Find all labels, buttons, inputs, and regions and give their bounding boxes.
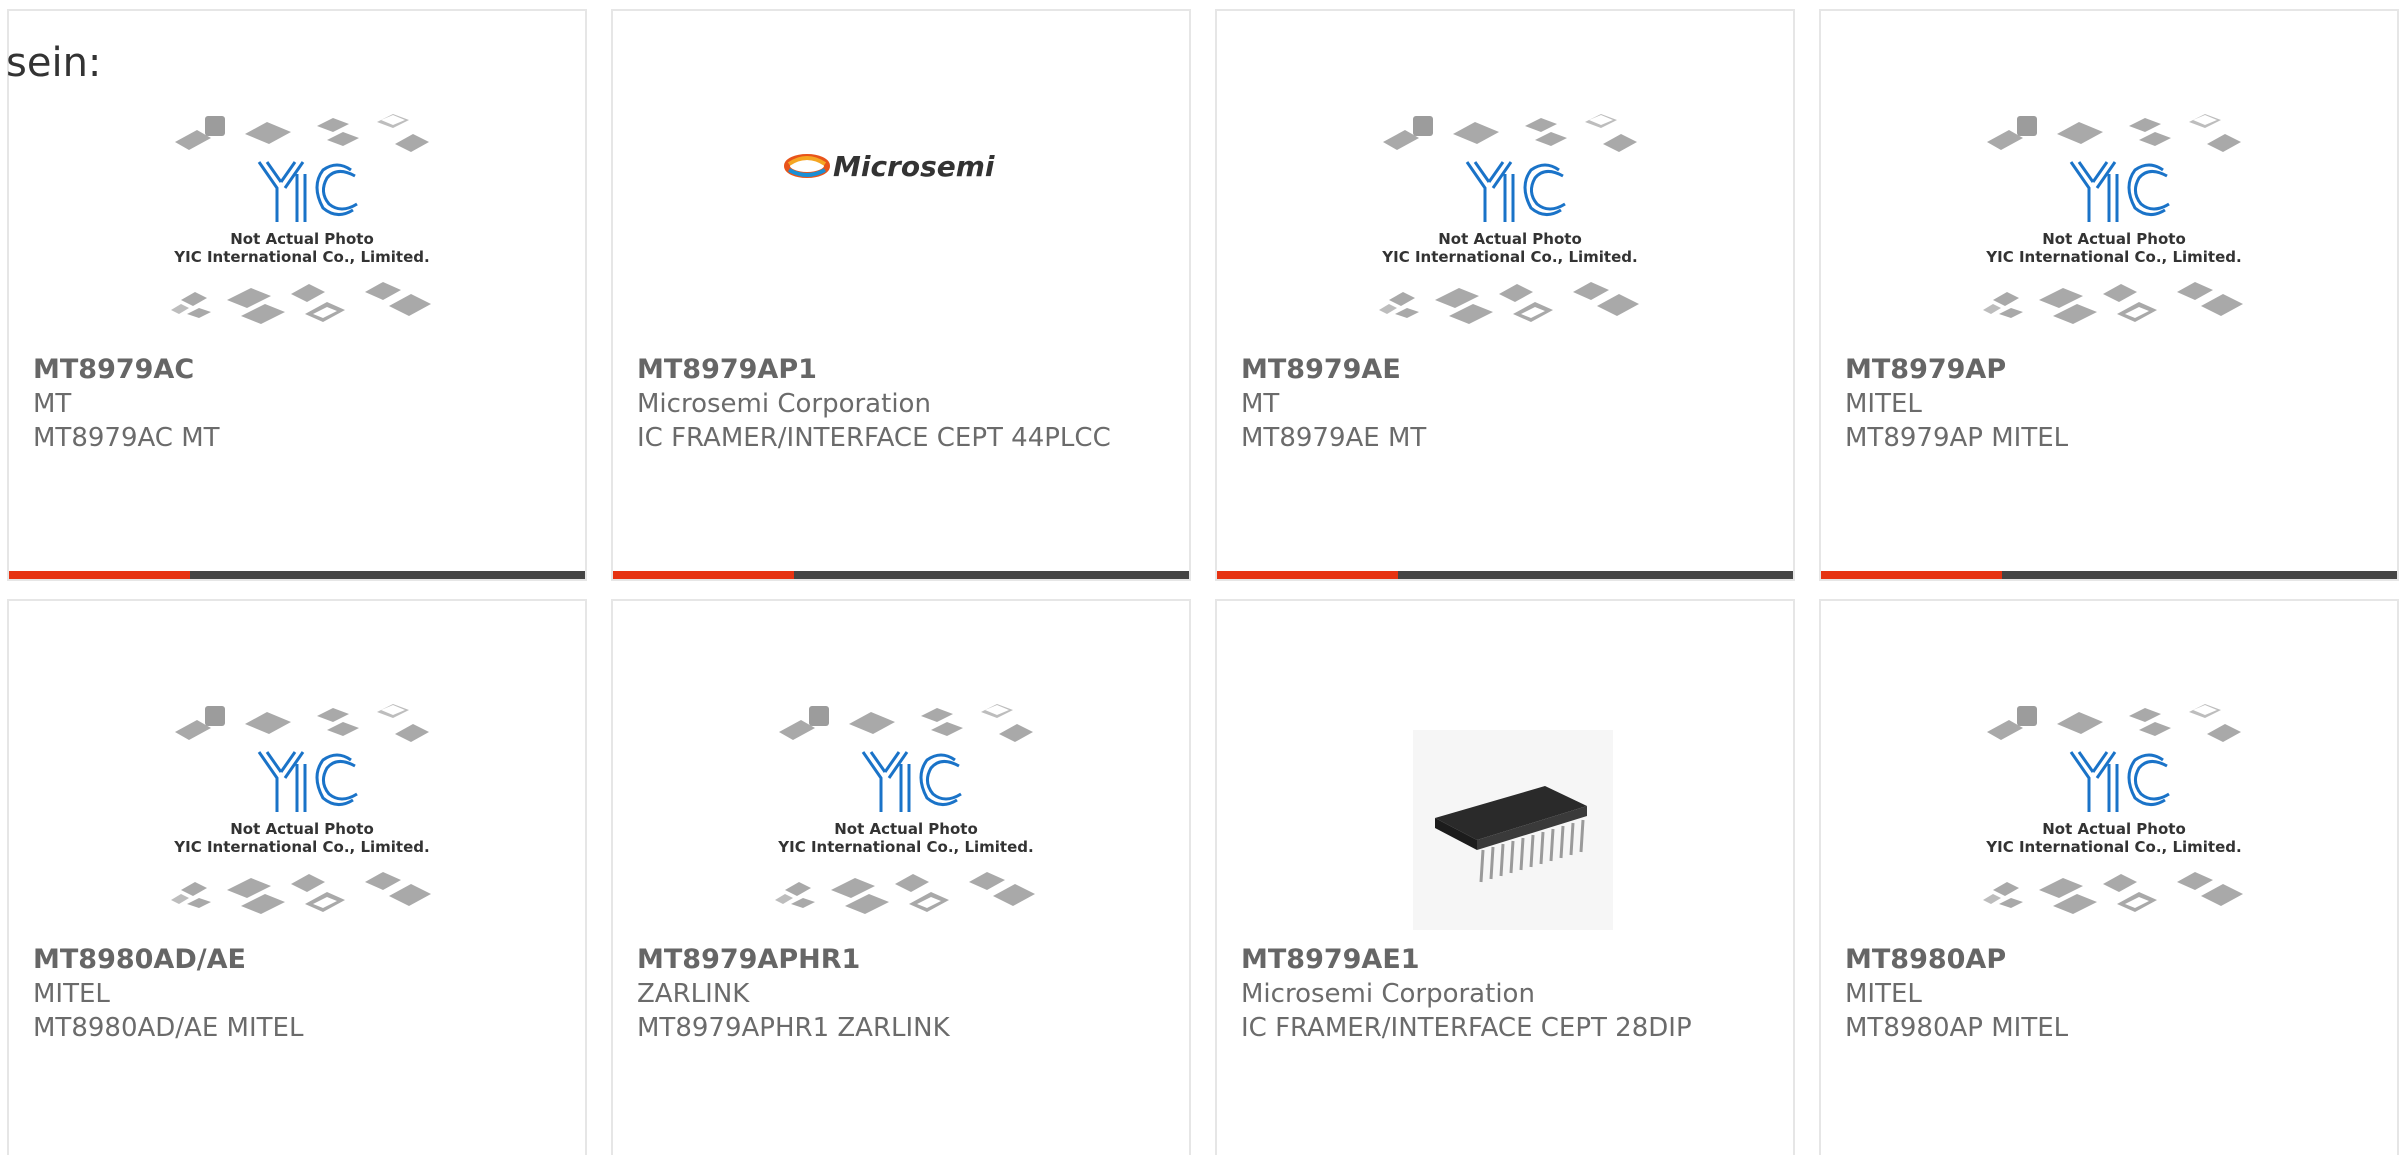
placeholder-caption-line1: Not Actual Photo	[1438, 230, 1582, 248]
product-part-number[interactable]: MT8980AD/AE	[33, 943, 553, 977]
intro-text: sein:	[6, 40, 102, 86]
product-image[interactable]	[1367, 689, 1653, 939]
yic-placeholder-image: Not Actual Photo YIC International Co., …	[171, 114, 431, 324]
placeholder-caption-line2: YIC International Co., Limited.	[777, 838, 1033, 856]
product-info: MT8979AE1 Microsemi Corporation IC FRAMER/…	[1241, 943, 1761, 1045]
product-card[interactable]: Not Actual Photo YIC International Co., …	[1215, 9, 1795, 581]
placeholder-caption-line1: Not Actual Photo	[230, 230, 374, 248]
yic-placeholder-image: Not Actual Photo YIC International Co., …	[775, 704, 1035, 914]
product-manufacturer: ZARLINK	[637, 979, 750, 1009]
product-part-number[interactable]: MT8979AE1	[1241, 943, 1761, 977]
product-card[interactable]: Not Actual Photo YIC International Co., …	[7, 599, 587, 1155]
product-manufacturer: Microsemi Corporation	[637, 389, 931, 419]
product-manufacturer: Microsemi Corporation	[1241, 979, 1535, 1009]
product-card[interactable]: Not Actual Photo YIC International Co., …	[7, 9, 587, 581]
product-part-number[interactable]: MT8980AP	[1845, 943, 2365, 977]
product-manufacturer: MT	[1241, 389, 1280, 419]
product-card[interactable]: Not Actual Photo YIC International Co., …	[611, 599, 1191, 1155]
placeholder-caption-line1: Not Actual Photo	[2042, 820, 2186, 838]
product-description: MT8979AC MT	[33, 423, 220, 453]
yic-placeholder-image: Not Actual Photo YIC International Co., …	[1379, 114, 1639, 324]
yic-placeholder-image: Not Actual Photo YIC International Co., …	[1983, 114, 2243, 324]
product-info: MT8979AP1 Microsemi Corporation IC FRAMER/…	[637, 353, 1157, 455]
product-info: MT8979AC MT MT8979AC MT	[33, 353, 553, 455]
product-part-number[interactable]: MT8979AP1	[637, 353, 1157, 387]
product-grid: Not Actual Photo YIC International Co., …	[7, 9, 2399, 1155]
product-image[interactable]: Not Actual Photo YIC International Co., …	[159, 99, 445, 349]
product-info: MT8980AP MITEL MT8980AP MITEL	[1845, 943, 2365, 1045]
product-manufacturer: MITEL	[1845, 979, 1922, 1009]
product-description: MT8979AE MT	[1241, 423, 1427, 453]
product-info: MT8980AD/AE MITEL MT8980AD/AE MITEL	[33, 943, 553, 1045]
microsemi-logo-image: Microsemi	[784, 150, 995, 183]
product-info: MT8979APHR1 ZARLINK MT8979APHR1 ZARLINK	[637, 943, 1157, 1045]
card-accent-bar	[1217, 571, 1398, 579]
product-card[interactable]: MT8979AE1 Microsemi Corporation IC FRAMER/…	[1215, 599, 1795, 1155]
product-info: MT8979AP MITEL MT8979AP MITEL	[1845, 353, 2365, 455]
product-part-number[interactable]: MT8979AE	[1241, 353, 1761, 387]
product-manufacturer: MITEL	[1845, 389, 1922, 419]
product-description: MT8980AD/AE MITEL	[33, 1013, 304, 1043]
placeholder-caption-line1: Not Actual Photo	[834, 820, 978, 838]
card-bottom-bar	[1217, 571, 1793, 579]
product-image[interactable]: Not Actual Photo YIC International Co., …	[1971, 99, 2257, 349]
product-description: MT8980AP MITEL	[1845, 1013, 2069, 1043]
yic-placeholder-image: Not Actual Photo YIC International Co., …	[171, 704, 431, 914]
brand-logo-text: Microsemi	[833, 150, 995, 183]
card-bottom-bar	[613, 571, 1189, 579]
card-bottom-bar	[1821, 571, 2397, 579]
product-image[interactable]: Microsemi	[763, 99, 1049, 349]
card-accent-bar	[1821, 571, 2002, 579]
product-description: IC FRAMER/INTERFACE CEPT 44PLCC	[637, 423, 1111, 453]
product-card[interactable]: Not Actual Photo YIC International Co., …	[1819, 599, 2399, 1155]
product-card[interactable]: Not Actual Photo YIC International Co., …	[1819, 9, 2399, 581]
product-description: MT8979AP MITEL	[1845, 423, 2069, 453]
card-accent-bar	[613, 571, 794, 579]
product-manufacturer: MT	[33, 389, 72, 419]
product-part-number[interactable]: MT8979AP	[1845, 353, 2365, 387]
placeholder-caption-line1: Not Actual Photo	[2042, 230, 2186, 248]
product-image[interactable]: Not Actual Photo YIC International Co., …	[1367, 99, 1653, 349]
placeholder-caption-line2: YIC International Co., Limited.	[1381, 248, 1637, 266]
product-part-number[interactable]: MT8979AC	[33, 353, 553, 387]
product-card[interactable]: Microsemi MT8979AP1 Microsemi Corporation…	[611, 9, 1191, 581]
product-image[interactable]: Not Actual Photo YIC International Co., …	[763, 689, 1049, 939]
product-image[interactable]: Not Actual Photo YIC International Co., …	[159, 689, 445, 939]
placeholder-caption-line2: YIC International Co., Limited.	[173, 248, 429, 266]
dip-chip-photo	[1413, 730, 1613, 930]
product-image[interactable]: Not Actual Photo YIC International Co., …	[1971, 689, 2257, 939]
product-description: MT8979APHR1 ZARLINK	[637, 1013, 950, 1043]
page: sein: Not Actual Photo YIC International…	[0, 0, 2400, 1155]
product-description: IC FRAMER/INTERFACE CEPT 28DIP	[1241, 1013, 1692, 1043]
placeholder-caption-line1: Not Actual Photo	[230, 820, 374, 838]
card-bottom-bar	[9, 571, 585, 579]
card-accent-bar	[9, 571, 190, 579]
product-info: MT8979AE MT MT8979AE MT	[1241, 353, 1761, 455]
placeholder-caption-line2: YIC International Co., Limited.	[1985, 838, 2241, 856]
product-manufacturer: MITEL	[33, 979, 110, 1009]
product-part-number[interactable]: MT8979APHR1	[637, 943, 1157, 977]
placeholder-caption-line2: YIC International Co., Limited.	[1985, 248, 2241, 266]
placeholder-caption-line2: YIC International Co., Limited.	[173, 838, 429, 856]
yic-placeholder-image: Not Actual Photo YIC International Co., …	[1983, 704, 2243, 914]
